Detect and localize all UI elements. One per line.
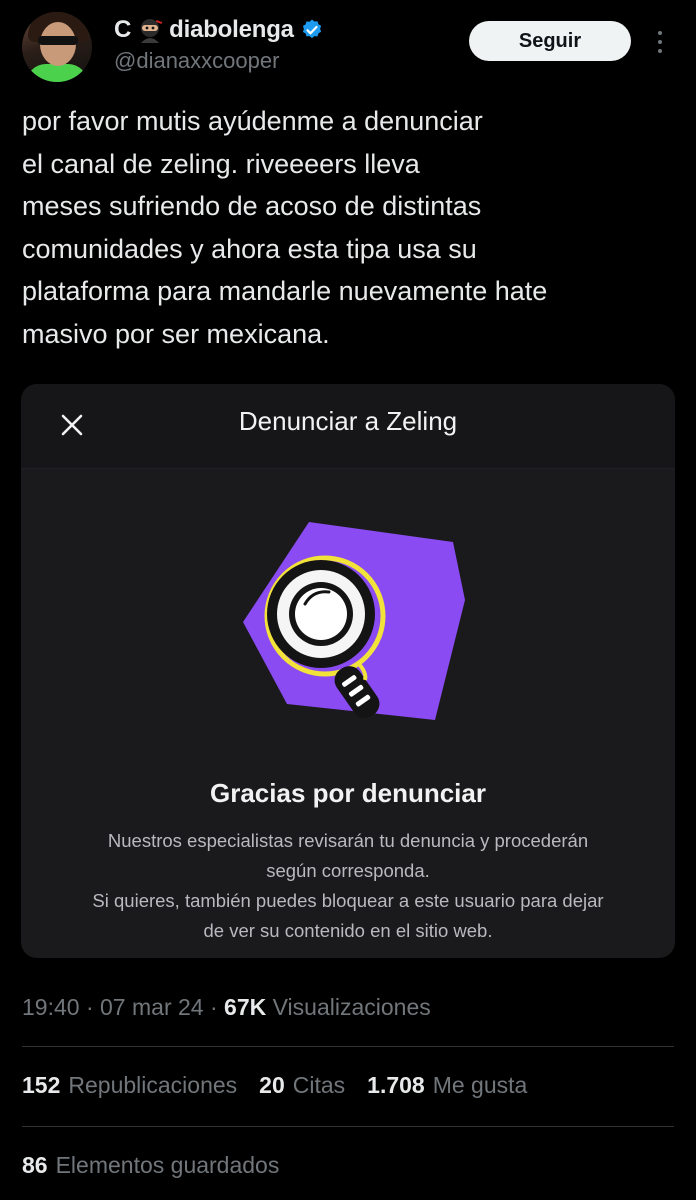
tweet-meta: 19:40 · 07 mar 24 · 67K Visualizaciones — [22, 994, 431, 1021]
embedded-image[interactable]: Denunciar a Zeling Gracias por denunciar… — [21, 384, 675, 958]
views-count: 67K — [224, 994, 267, 1020]
likes-stat[interactable]: 1.708 Me gusta — [367, 1072, 527, 1099]
magnifier-illustration — [239, 504, 469, 734]
avatar-shirt — [26, 64, 88, 82]
views-label: Visualizaciones — [272, 994, 431, 1020]
display-name-initial[interactable]: C — [114, 16, 131, 44]
tweet-text: por favor mutis ayúdenme a denunciar el … — [22, 106, 548, 349]
meta-separator: · — [85, 994, 101, 1020]
display-name[interactable]: diabolenga — [169, 16, 294, 44]
divider — [22, 1046, 674, 1047]
display-name-row[interactable]: C diabolenga — [114, 16, 324, 44]
tweet-time[interactable]: 19:40 — [22, 994, 80, 1020]
divider — [22, 1126, 674, 1127]
reposts-count: 152 — [22, 1072, 61, 1098]
bookmarks-label: Elementos guardados — [55, 1152, 280, 1178]
more-dot — [658, 40, 662, 44]
avatar-sunglasses — [38, 36, 78, 45]
likes-count: 1.708 — [367, 1072, 425, 1098]
more-dot — [658, 49, 662, 53]
meta-separator: · — [209, 994, 225, 1020]
ninja-emoji-icon — [137, 17, 163, 43]
more-dot — [658, 31, 662, 35]
reposts-stat[interactable]: 152 Republicaciones — [22, 1072, 237, 1099]
thanks-heading: Gracias por denunciar — [210, 778, 486, 808]
reposts-label: Republicaciones — [68, 1072, 238, 1098]
user-handle[interactable]: @dianaxxcooper — [114, 48, 279, 74]
follow-button[interactable]: Seguir — [469, 21, 631, 61]
report-description: Nuestros especialistas revisarán tu denu… — [92, 830, 604, 941]
quotes-label: Citas — [292, 1072, 346, 1098]
bookmarks-stat[interactable]: 86 Elementos guardados — [22, 1152, 279, 1179]
quotes-stat[interactable]: 20 Citas — [259, 1072, 345, 1099]
tweet-date[interactable]: 07 mar 24 — [100, 994, 204, 1020]
card-title: Denunciar a Zeling — [238, 406, 458, 436]
card-header: Denunciar a Zeling — [21, 384, 675, 469]
engagement-stats: 152 Republicaciones 20 Citas 1.708 Me gusta — [22, 1072, 527, 1099]
quotes-count: 20 — [259, 1072, 285, 1098]
likes-label: Me gusta — [432, 1072, 528, 1098]
tweet-header: C diabolenga @dianaxxcooper Seguir — [0, 0, 696, 100]
avatar[interactable] — [22, 12, 92, 82]
verified-badge-icon[interactable] — [300, 18, 324, 42]
bookmarks-count: 86 — [22, 1152, 48, 1178]
more-options-icon[interactable] — [650, 24, 670, 60]
